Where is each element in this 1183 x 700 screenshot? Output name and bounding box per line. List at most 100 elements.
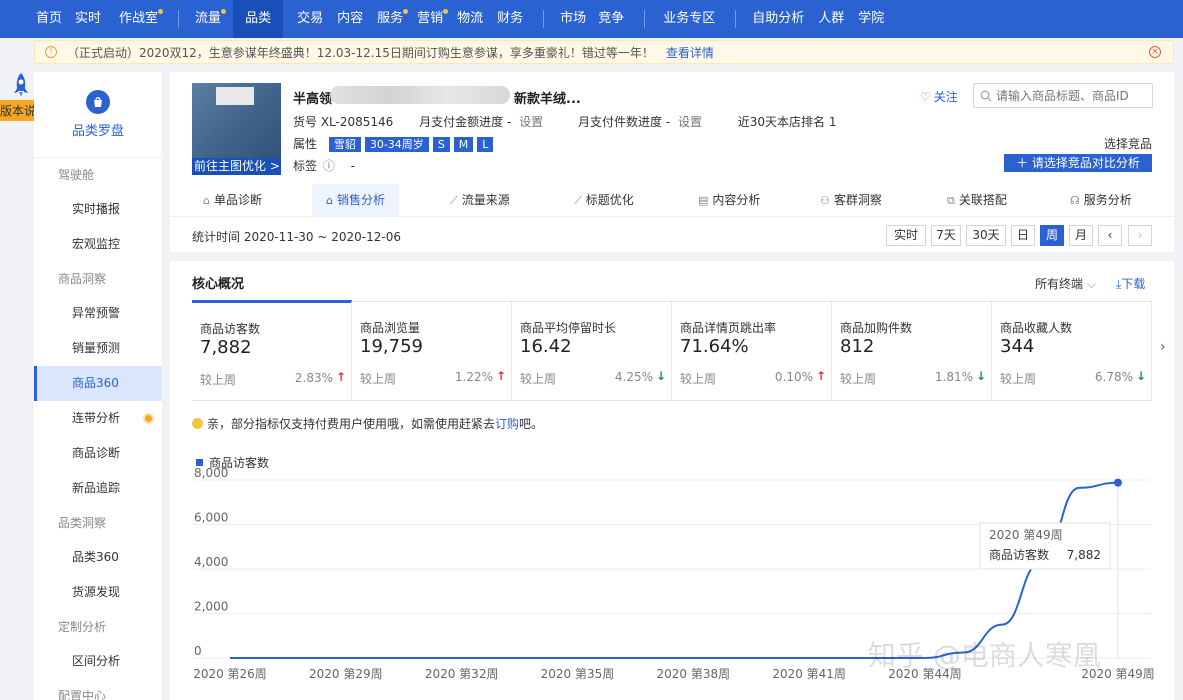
- question-icon[interactable]: ⓘ: [323, 159, 335, 173]
- tab[interactable]: ⌂ 销售分析: [312, 184, 399, 216]
- nav-item[interactable]: 作战室: [119, 0, 164, 38]
- plus-icon: ＋: [1016, 156, 1029, 170]
- tab[interactable]: ⟋ 流量来源: [450, 184, 510, 216]
- sidebar-item[interactable]: 商品诊断: [34, 436, 162, 471]
- nav-divider: [178, 10, 180, 28]
- sidebar-item[interactable]: 宏观监控: [34, 227, 162, 262]
- sidebar-item[interactable]: 连带分析: [34, 401, 162, 436]
- terminal-select[interactable]: 所有终端 ⌵: [1035, 275, 1096, 292]
- nav-item[interactable]: 内容: [337, 0, 363, 38]
- main-image-optimize-link[interactable]: 前往主图优化 >: [192, 158, 281, 175]
- metric-card[interactable]: 商品详情页跳出率 71.64% 较上周 0.10% ↑: [672, 302, 832, 400]
- nav-item[interactable]: 财务: [497, 0, 523, 38]
- period-button[interactable]: 月: [1069, 225, 1093, 246]
- sidebar-title: 品类罗盘: [71, 124, 124, 139]
- nav-item[interactable]: 营销: [417, 0, 449, 38]
- rocket-icon: [14, 73, 28, 97]
- x-tick-label: 2020 第29周: [309, 667, 383, 681]
- prev-period-button[interactable]: ‹: [1098, 225, 1122, 246]
- chevron-down-icon: ⌵: [1086, 277, 1096, 291]
- new-dot-icon: [158, 9, 164, 14]
- compare-button[interactable]: ＋ 请选择竞品对比分析: [1004, 154, 1152, 172]
- period-button[interactable]: 周: [1040, 225, 1064, 246]
- sidebar-item[interactable]: 异常预警: [34, 296, 162, 331]
- nav-item-label: 服务: [377, 11, 404, 26]
- metric-name: 商品加购件数: [840, 321, 913, 335]
- metric-card[interactable]: 商品访客数 7,882 较上周 2.83% ↑: [192, 300, 352, 400]
- sidebar-item-label: 商品360: [72, 376, 119, 390]
- pay-count-progress: 月支付件数进度 -: [577, 115, 671, 129]
- tab[interactable]: ⧉ 关联搭配: [947, 184, 1007, 216]
- x-tick-label: 2020 第35周: [541, 667, 615, 681]
- metric-card[interactable]: 商品平均停留时长 16.42 较上周 4.25% ↓: [512, 302, 672, 400]
- nav-item[interactable]: 服务: [377, 0, 409, 38]
- y-tick-label: 6,000: [194, 511, 228, 525]
- sidebar-item[interactable]: 区间分析: [34, 644, 162, 679]
- sidebar-item[interactable]: 销量预测: [34, 331, 162, 366]
- metric-card[interactable]: 商品浏览量 19,759 较上周 1.22% ↑: [352, 302, 512, 400]
- tab[interactable]: ⚇ 客群洞察: [820, 184, 882, 216]
- follow-button[interactable]: ♡ 关注: [920, 88, 958, 105]
- metric-name: 商品详情页跳出率: [680, 321, 777, 335]
- metric-card[interactable]: 商品收藏人数 344 较上周 6.78% ↓: [992, 302, 1152, 400]
- tab[interactable]: ⟋ 标题优化: [574, 184, 634, 216]
- tab[interactable]: ▤ 内容分析: [698, 184, 760, 216]
- subscribe-link[interactable]: 订购: [495, 417, 519, 431]
- product-title-start: 半高领: [293, 92, 333, 107]
- period-button[interactable]: 7天: [931, 225, 961, 246]
- hint-text: 亲，部分指标仅支持付费用户使用哦，如需使用赶紧去: [207, 417, 496, 431]
- tab-label: 客群洞察: [833, 193, 882, 207]
- sidebar-item[interactable]: 实时播报: [34, 192, 162, 227]
- info-icon: !: [45, 46, 57, 58]
- product-search[interactable]: [973, 83, 1153, 108]
- nav-item[interactable]: 实时: [75, 0, 101, 38]
- nav-item[interactable]: 流量: [195, 0, 227, 38]
- nav-item-label: 财务: [497, 11, 524, 26]
- metric-value: 16.42: [520, 336, 572, 357]
- nav-item[interactable]: 市场: [560, 0, 586, 38]
- download-button[interactable]: ⤓下载: [1116, 275, 1145, 292]
- nav-item[interactable]: 首页: [36, 0, 62, 38]
- sidebar-item[interactable]: 新品追踪: [34, 471, 162, 506]
- nav-item[interactable]: 物流: [457, 0, 483, 38]
- nav-item-label: 人群: [818, 11, 845, 26]
- arrow-down-icon: ↓: [975, 369, 986, 383]
- x-tick-label: 2020 第38周: [656, 667, 730, 681]
- nav-item[interactable]: 自助分析: [752, 0, 804, 38]
- download-label: 下载: [1121, 277, 1146, 291]
- nav-item[interactable]: 交易: [297, 0, 323, 38]
- nav-item[interactable]: 学院: [858, 0, 884, 38]
- sidebar-item[interactable]: 品类360: [34, 540, 162, 575]
- compare-label: 选择竞品: [1103, 137, 1152, 151]
- new-dot-icon: [221, 9, 227, 14]
- period-button[interactable]: 日: [1011, 225, 1035, 246]
- arrow-down-icon: ↓: [655, 369, 666, 383]
- close-icon[interactable]: ×: [1149, 46, 1161, 58]
- period-button[interactable]: 30天: [966, 225, 1006, 246]
- nav-item[interactable]: 竞争: [598, 0, 624, 38]
- announcement-bar: ! （正式启动）2020双12，生意参谋年终盛典！12.03-12.15日期间订…: [34, 40, 1174, 64]
- tag-label: 标签: [293, 159, 318, 173]
- metric-card[interactable]: 商品加购件数 812 较上周 1.81% ↓: [832, 302, 992, 400]
- sidebar-item-label: 宏观监控: [72, 237, 121, 251]
- tab[interactable]: ⌂ 单品诊断: [203, 184, 262, 216]
- product-thumbnail[interactable]: 前往主图优化 >: [192, 83, 281, 175]
- arrow-up-icon: ↑: [335, 370, 346, 384]
- announcement-link[interactable]: 查看详情: [666, 44, 714, 61]
- pay-amount-setting-link[interactable]: 设置: [519, 115, 543, 129]
- nav-item[interactable]: 业务专区: [663, 0, 715, 38]
- product-meta-row: 货号 XL-2085146 月支付金额进度 - 设置 月支付件数进度 - 设置 …: [293, 113, 837, 130]
- pay-count-setting-link[interactable]: 设置: [678, 115, 702, 129]
- nav-item[interactable]: 人群: [818, 0, 844, 38]
- data-point[interactable]: [1114, 478, 1122, 487]
- nav-divider: [644, 10, 646, 28]
- next-period-button[interactable]: ›: [1128, 225, 1152, 246]
- sidebar-item[interactable]: 商品360: [34, 366, 162, 401]
- sidebar-item[interactable]: 货源发现: [34, 575, 162, 610]
- tab-label: 单品诊断: [213, 193, 262, 207]
- product-search-input[interactable]: [996, 88, 1136, 103]
- tab[interactable]: ☊ 服务分析: [1070, 184, 1132, 216]
- period-button[interactable]: 实时: [886, 225, 926, 246]
- chevron-right-icon[interactable]: ›: [1160, 339, 1166, 355]
- nav-item[interactable]: 品类: [233, 0, 284, 38]
